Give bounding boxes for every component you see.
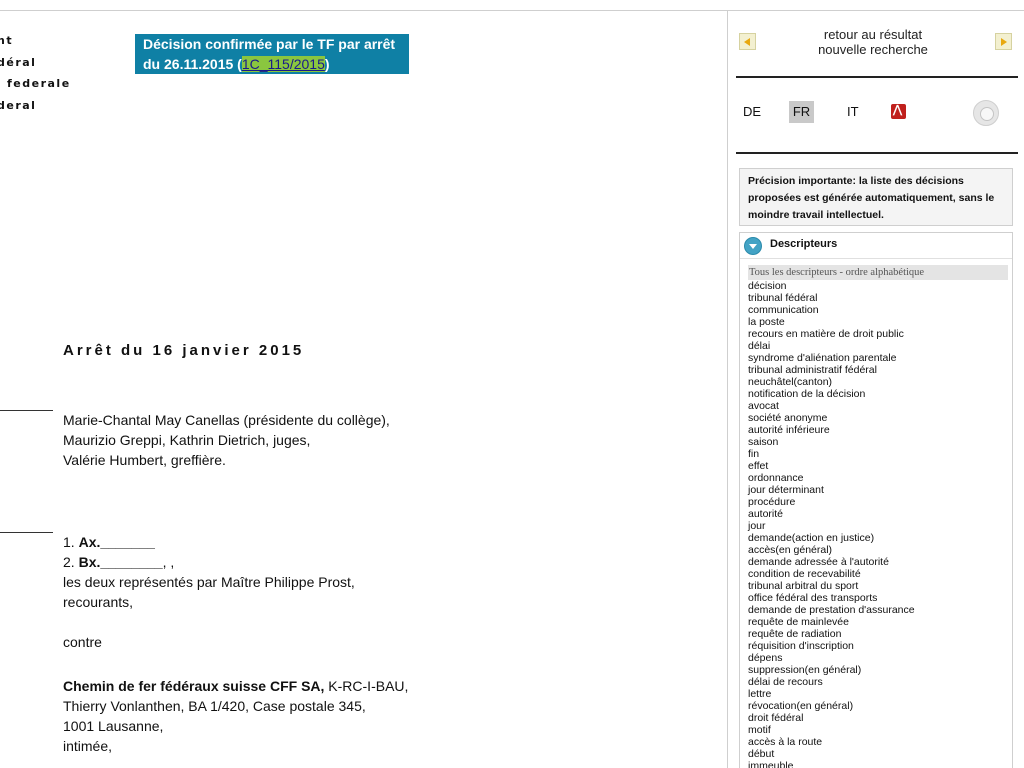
decision-link[interactable]: 1C_115/2015 [241,56,325,72]
pane-divider [727,11,728,768]
arrow-right-icon [1001,38,1007,46]
intimee-name-line: Chemin de fer fédéraux suisse CFF SA, K-… [63,676,408,696]
descriptor-item[interactable]: droit fédéral [748,712,1008,724]
descriptor-item[interactable]: réquisition d'inscription [748,640,1008,652]
descriptor-item[interactable]: société anonyme [748,412,1008,424]
court-name-line-2: déral [0,56,37,69]
intimee-name: Chemin de fer fédéraux suisse CFF SA, [63,678,325,694]
court-name-line-3: federale [7,77,71,90]
composition-line-3: Valérie Humbert, greffière. [63,452,226,468]
descriptors-list: Tous les descripteurs - ordre alphabétiq… [748,265,1008,768]
document-pane: ht déral federale deral Décision confirm… [0,11,727,768]
composition-line-2: Maurizio Greppi, Kathrin Dietrich, juges… [63,432,311,448]
descriptor-item[interactable]: recours en matière de droit public [748,328,1008,340]
descriptors-subheader: Tous les descripteurs - ordre alphabétiq… [748,265,1008,280]
descriptor-item[interactable]: la poste [748,316,1008,328]
descriptor-item[interactable]: lettre [748,688,1008,700]
descriptor-item[interactable]: fin [748,448,1008,460]
descriptor-item[interactable]: notification de la décision [748,388,1008,400]
toggle-circle-icon[interactable] [973,100,999,126]
divider-rule [0,532,53,533]
collapse-icon[interactable] [744,237,762,255]
intimee-address-1: Thierry Vonlanthen, BA 1/420, Case posta… [63,698,366,714]
sidebar-divider [736,76,1018,78]
descriptor-item[interactable]: tribunal fédéral [748,292,1008,304]
banner-end: ) [324,56,330,72]
descriptor-item[interactable]: délai de recours [748,676,1008,688]
party-1-number: 1. [63,534,79,550]
intimee-role: intimée, [63,738,113,754]
arrow-left-icon [744,38,750,46]
descriptor-item[interactable]: neuchâtel(canton) [748,376,1008,388]
page-title: Arrêt du 16 janvier 2015 [63,342,305,359]
court-name-line-4: deral [0,99,37,112]
descriptor-item[interactable]: autorité [748,508,1008,520]
descriptor-item[interactable]: tribunal administratif fédéral [748,364,1008,376]
descriptors-panel: Descripteurs Tous les descripteurs - ord… [739,232,1013,768]
pdf-icon[interactable] [891,103,906,119]
party-2-rest: , , [162,554,175,570]
intimee-code: K-RC-I-BAU, [324,678,409,694]
contre-label: contre [63,634,102,650]
party-1-name: Ax._______ [78,534,155,550]
party-2-name: Bx.________ [78,554,163,570]
descriptor-item[interactable]: demande de prestation d'assurance [748,604,1008,616]
descriptor-item[interactable]: accès(en général) [748,544,1008,556]
notice-box: Précision importante: la liste des décis… [739,168,1013,226]
sidebar-divider [736,152,1018,154]
descriptor-item[interactable]: demande adressée à l'autorité [748,556,1008,568]
descriptor-item[interactable]: avocat [748,400,1008,412]
descriptor-item[interactable]: effet [748,460,1008,472]
descriptor-item[interactable]: saison [748,436,1008,448]
descriptor-item[interactable]: dépens [748,652,1008,664]
descriptor-item[interactable]: office fédéral des transports [748,592,1008,604]
lang-de[interactable]: DE [743,101,761,123]
party-2-number: 2. [63,554,79,570]
back-to-results-link[interactable]: retour au résultat [770,27,976,42]
descriptor-item[interactable]: délai [748,340,1008,352]
descriptor-item[interactable]: requête de mainlevée [748,616,1008,628]
descriptor-item[interactable]: révocation(en général) [748,700,1008,712]
descriptor-item[interactable]: motif [748,724,1008,736]
descriptors-header[interactable]: Descripteurs [740,233,1012,259]
court-name-line-1: ht [0,34,14,47]
recourants-label: recourants, [63,594,134,610]
descriptor-item[interactable]: ordonnance [748,472,1008,484]
descriptor-item[interactable]: demande(action en justice) [748,532,1008,544]
representation: les deux représentés par Maître Philippe… [63,574,355,590]
confirmation-banner: Décision confirmée par le TF par arrêt d… [135,34,409,74]
descriptor-item[interactable]: procédure [748,496,1008,508]
descriptor-item[interactable]: syndrome d'aliénation parentale [748,352,1008,364]
descriptor-item[interactable]: suppression(en général) [748,664,1008,676]
descriptor-item[interactable]: requête de radiation [748,628,1008,640]
descriptor-items: décision tribunal fédéral communication la … [748,280,1008,768]
nav-links: retour au résultat nouvelle recherche [770,27,976,57]
lang-fr[interactable]: FR [789,101,814,123]
descriptor-item[interactable]: condition de recevabilité [748,568,1008,580]
descriptors-title: Descripteurs [770,238,838,250]
previous-button[interactable] [739,33,756,50]
descriptor-item[interactable]: accès à la route [748,736,1008,748]
descriptor-item[interactable]: jour [748,520,1008,532]
divider-rule [0,410,53,411]
composition-line-1: Marie-Chantal May Canellas (présidente d… [63,412,390,428]
descriptor-item[interactable]: autorité inférieure [748,424,1008,436]
descriptor-item[interactable]: début [748,748,1008,760]
descriptor-item[interactable]: jour déterminant [748,484,1008,496]
intimee-address-2: 1001 Lausanne, [63,718,164,734]
descriptor-item[interactable]: immeuble [748,760,1008,768]
descriptor-item[interactable]: tribunal arbitral du sport [748,580,1008,592]
descriptor-item[interactable]: décision [748,280,1008,292]
lang-it[interactable]: IT [847,101,859,123]
descriptor-item[interactable]: communication [748,304,1008,316]
new-search-link[interactable]: nouvelle recherche [770,42,976,57]
party-1: 1. Ax._______ [63,532,155,552]
party-2: 2. Bx.________, , [63,552,174,572]
next-button[interactable] [995,33,1012,50]
sidebar: retour au résultat nouvelle recherche DE… [730,11,1024,768]
